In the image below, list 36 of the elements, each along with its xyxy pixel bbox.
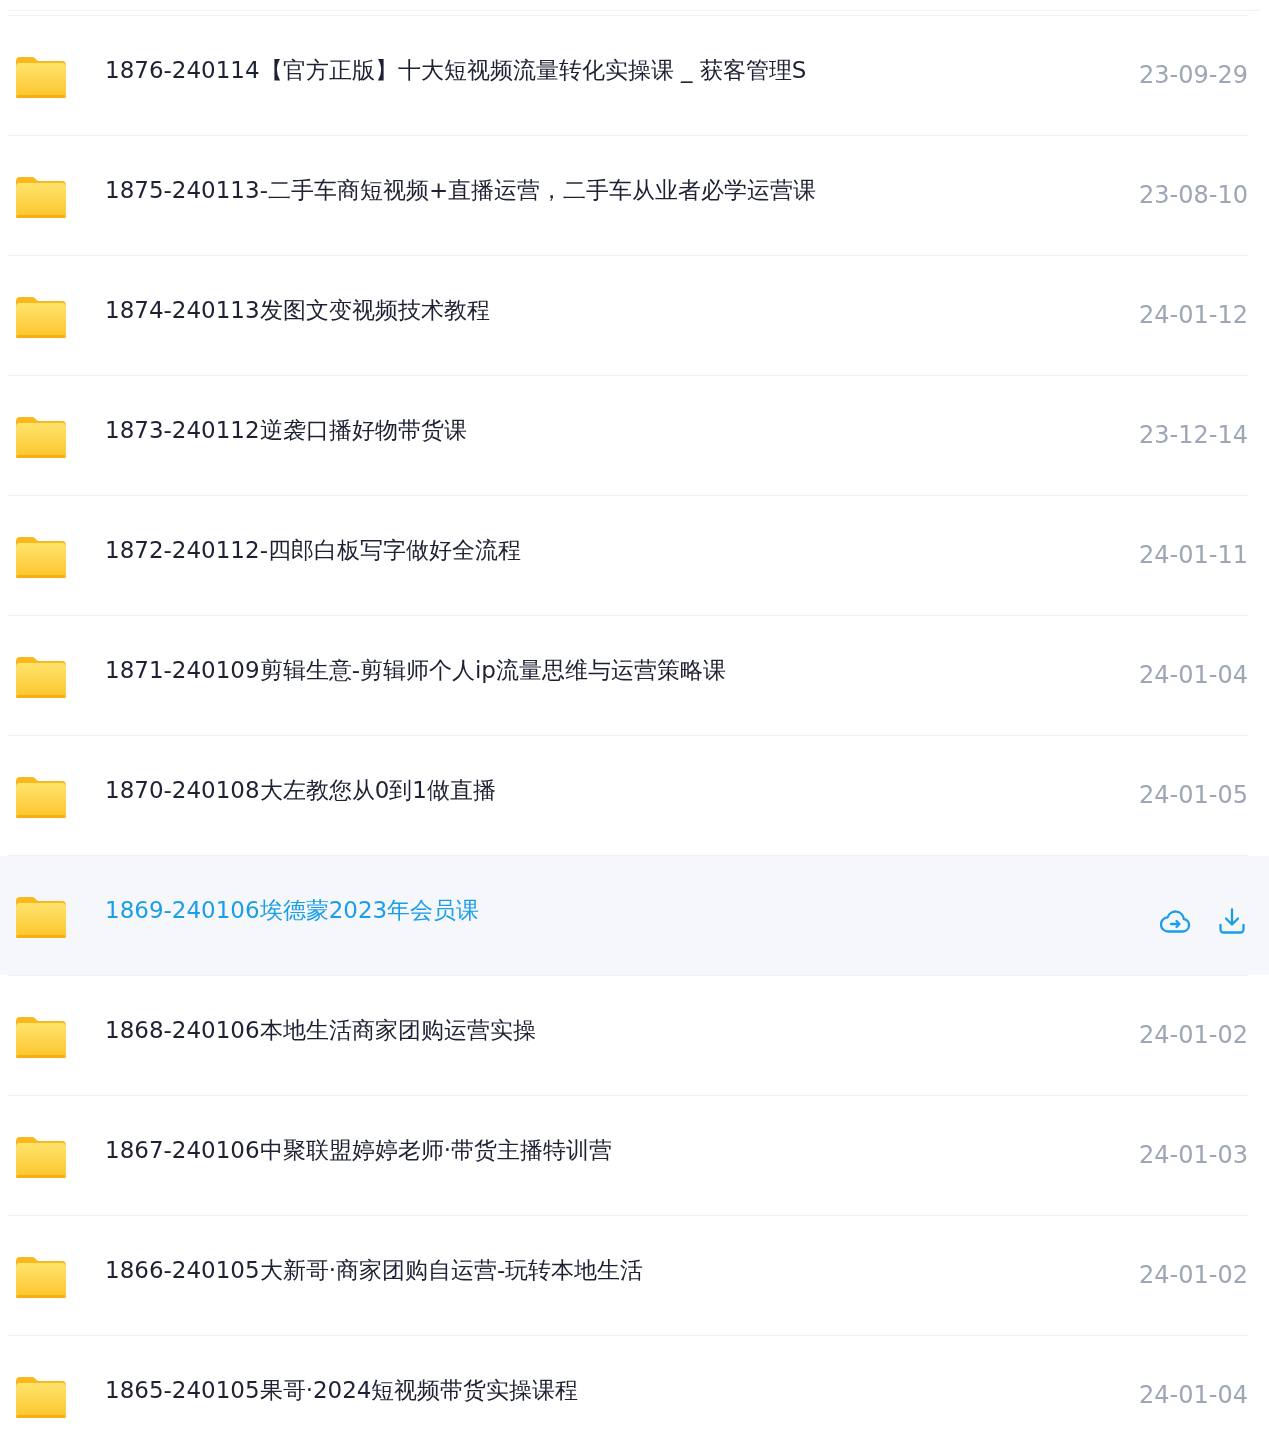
modified-date: 23-08-10 [1139, 181, 1248, 210]
cloud-arrow-icon[interactable] [1160, 908, 1191, 933]
folder-icon [16, 416, 66, 458]
folder-name[interactable]: 1874-240113发图文变视频技术教程 [105, 296, 490, 325]
folder-name[interactable]: 1871-240109剪辑生意-剪辑师个人ip流量思维与运营策略课 [105, 656, 726, 685]
folder-name[interactable]: 1873-240112逆袭口播好物带货课 [105, 416, 467, 445]
folder-name[interactable]: 1866-240105大新哥·商家团购自运营-玩转本地生活 [105, 1256, 644, 1285]
folder-name[interactable]: 1876-240114【官方正版】十大短视频流量转化实操课 _ 获客管理S [105, 56, 807, 85]
modified-date: 24-01-02 [1139, 1261, 1248, 1290]
modified-date: 24-01-03 [1139, 1141, 1248, 1170]
folder-icon [16, 1256, 66, 1298]
folder-icon [16, 176, 66, 218]
folder-icon [16, 776, 66, 818]
modified-date: 23-12-14 [1139, 421, 1248, 450]
modified-date: 24-01-12 [1139, 301, 1248, 330]
folder-name[interactable]: 1875-240113-二手车商短视频+直播运营，二手车从业者必学运营课 [105, 176, 817, 205]
folder-name[interactable]: 1867-240106中聚联盟婷婷老师·带货主播特训营 [105, 1136, 612, 1165]
modified-date: 23-09-29 [1139, 61, 1248, 90]
folder-name[interactable]: 1870-240108大左教您从0到1做直播 [105, 776, 496, 805]
folder-name[interactable]: 1865-240105果哥·2024短视频带货实操课程 [105, 1376, 579, 1405]
folder-icon [16, 296, 66, 338]
modified-date: 24-01-04 [1139, 661, 1248, 690]
download-icon[interactable] [1219, 907, 1245, 934]
folder-icon [16, 896, 66, 938]
folder-name[interactable]: 1868-240106本地生活商家团购运营实操 [105, 1016, 536, 1045]
folder-icon [16, 536, 66, 578]
modified-date: 24-01-02 [1139, 1021, 1248, 1050]
folder-icon [16, 656, 66, 698]
modified-date: 24-01-04 [1139, 1381, 1248, 1410]
modified-date: 24-01-11 [1139, 541, 1248, 570]
folder-icon [16, 56, 66, 98]
folder-name[interactable]: 1872-240112-四郎白板写字做好全流程 [105, 536, 521, 565]
folder-icon [16, 1016, 66, 1058]
folder-icon [16, 1136, 66, 1178]
folder-icon [16, 1376, 66, 1418]
modified-date: 24-01-05 [1139, 781, 1248, 810]
